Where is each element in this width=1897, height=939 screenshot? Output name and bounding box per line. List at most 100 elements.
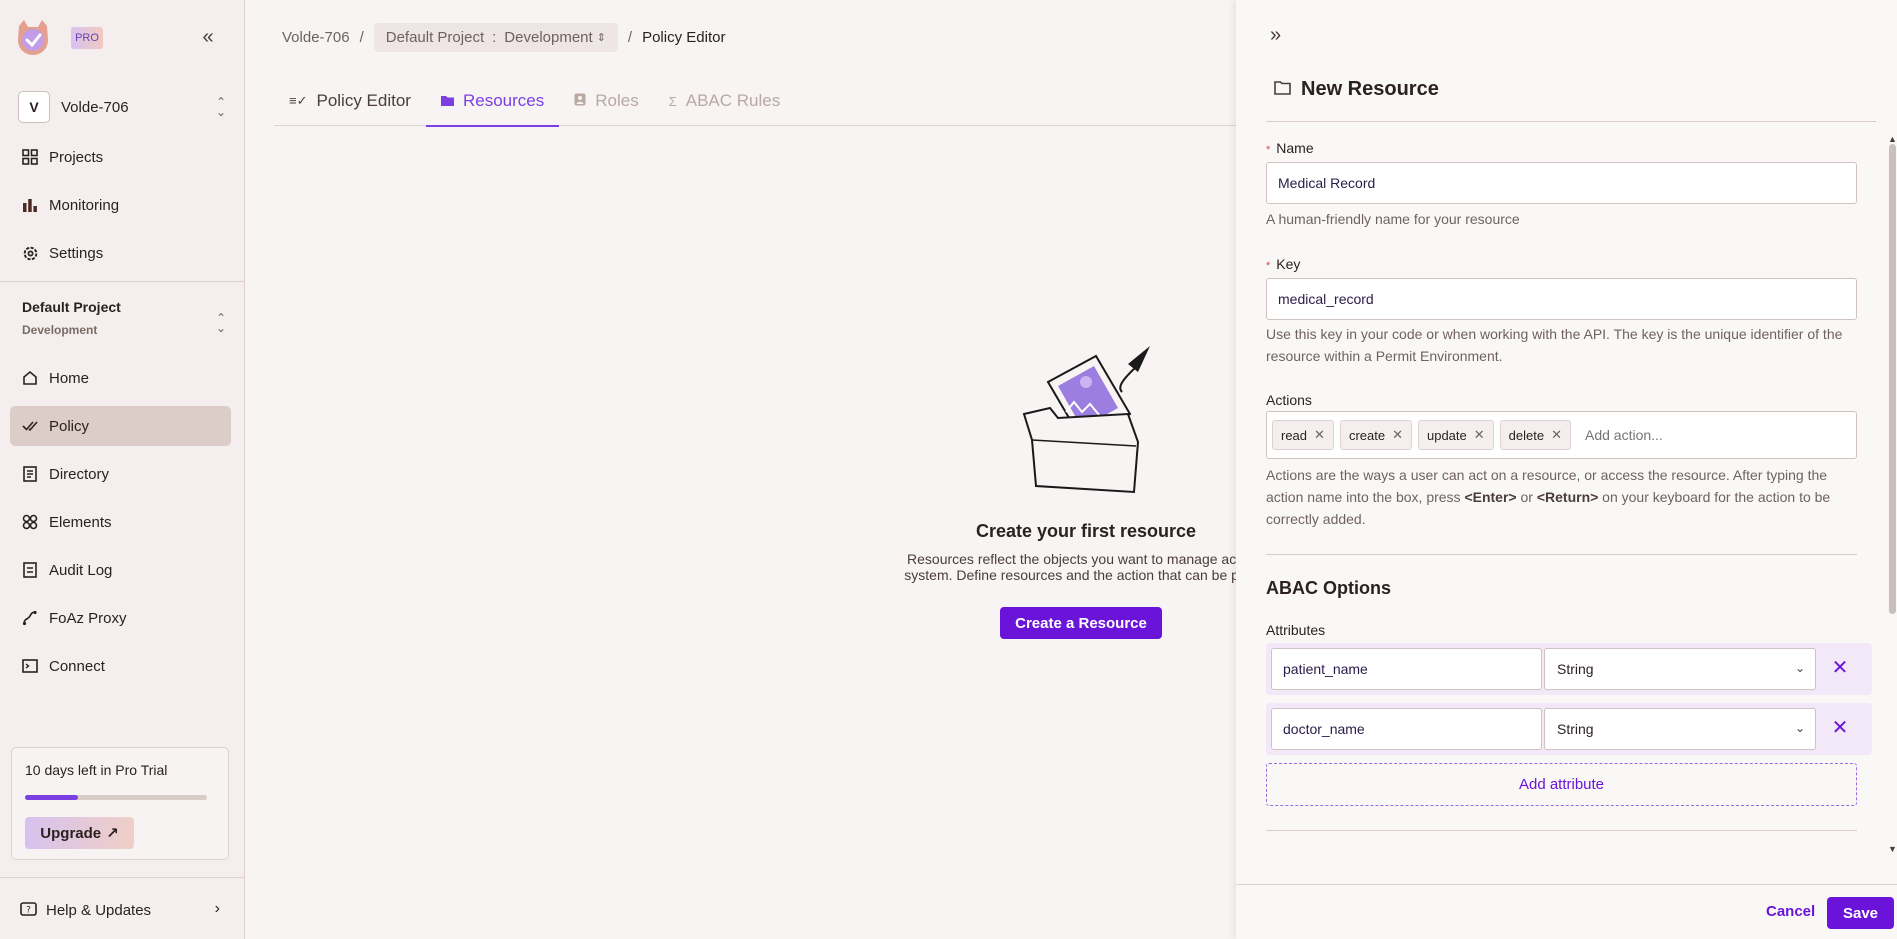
sidebar-item-connect[interactable]: Connect <box>10 646 231 686</box>
close-drawer-button[interactable]: » <box>1270 24 1281 47</box>
section-divider <box>1266 554 1857 555</box>
org-switcher[interactable]: V Volde-706 ⌃ ⌄ <box>10 89 232 125</box>
org-avatar: V <box>18 91 50 123</box>
tab-roles[interactable]: Roles <box>559 76 653 126</box>
project-env-selector[interactable]: Default Project : Development ⇕ <box>373 22 618 52</box>
attribute-type-select[interactable]: String ⌄ <box>1544 708 1816 750</box>
chevron-right-icon: › <box>214 900 220 917</box>
cancel-button[interactable]: Cancel <box>1766 903 1815 920</box>
sidebar-item-label: Settings <box>49 244 104 262</box>
sidebar-item-label: FoAz Proxy <box>49 609 127 627</box>
elements-icon <box>20 512 40 532</box>
actions-help-part: or <box>1516 489 1537 505</box>
name-label: * Name <box>1266 140 1314 156</box>
resource-name-input[interactable] <box>1266 162 1857 204</box>
help-label: Help & Updates <box>46 901 152 919</box>
trial-text: 10 days left in Pro Trial <box>25 762 168 778</box>
trial-progress-fill <box>25 795 78 800</box>
sidebar-item-policy[interactable]: Policy <box>10 406 231 446</box>
drawer-footer: Cancel Save <box>1236 884 1897 939</box>
resource-key-input[interactable] <box>1266 278 1857 320</box>
sidebar-item-directory[interactable]: Directory <box>10 454 231 494</box>
scroll-up-icon[interactable]: ▲ <box>1888 134 1897 144</box>
grid-icon <box>20 147 40 167</box>
sidebar-item-projects[interactable]: Projects <box>10 137 231 177</box>
scroll-down-icon[interactable]: ▼ <box>1888 844 1897 854</box>
arrow-up-right-icon: ↗ <box>106 825 119 842</box>
add-attribute-button[interactable]: Add attribute <box>1266 763 1857 806</box>
create-resource-button[interactable]: Create a Resource <box>1000 607 1162 639</box>
action-tag-label: read <box>1281 427 1308 443</box>
sidebar-item-label: Projects <box>49 148 104 166</box>
attribute-type-value: String <box>1557 721 1594 737</box>
required-asterisk: * <box>1266 144 1271 156</box>
attribute-row: String ⌄ ✕ <box>1266 703 1872 755</box>
tab-policy-editor[interactable]: ≡✓ Policy Editor <box>274 76 426 126</box>
help-updates-button[interactable]: ? Help & Updates › <box>10 890 232 930</box>
save-button[interactable]: Save <box>1827 897 1894 929</box>
tab-abac-rules[interactable]: Σ ABAC Rules <box>654 76 796 126</box>
drawer-scrollbar[interactable]: ▲ ▼ <box>1887 134 1897 854</box>
remove-attribute-button[interactable]: ✕ <box>1828 656 1852 680</box>
project-switcher[interactable]: Default Project Development ⌃ ⌄ <box>10 293 232 347</box>
attribute-type-select[interactable]: String ⌄ <box>1544 648 1816 690</box>
permit-logo-icon[interactable] <box>14 18 52 56</box>
drawer-title: New Resource <box>1301 78 1439 100</box>
project-env: Development <box>22 323 98 337</box>
actions-tag-input[interactable]: read ✕ create ✕ update ✕ delete ✕ <box>1266 411 1857 459</box>
scroll-thumb[interactable] <box>1889 144 1896 614</box>
action-tag: read ✕ <box>1272 420 1334 450</box>
breadcrumb-org[interactable]: Volde-706 <box>282 29 350 46</box>
actions-help-text: Actions are the ways a user can act on a… <box>1266 464 1861 530</box>
tab-resources[interactable]: Resources <box>425 76 560 127</box>
trial-card: 10 days left in Pro Trial Upgrade ↗ <box>11 747 229 860</box>
new-resource-drawer: » New Resource * Name A human-friendly na… <box>1236 0 1897 939</box>
sidebar-item-label: Audit Log <box>49 561 113 579</box>
remove-tag-icon[interactable]: ✕ <box>1474 427 1485 443</box>
sidebar-item-settings[interactable]: Settings <box>10 233 231 273</box>
empty-state-title: Create your first resource <box>975 521 1197 541</box>
breadcrumb-project: Default Project <box>385 28 485 46</box>
drawer-divider <box>1266 121 1876 122</box>
sidebar-item-elements[interactable]: Elements <box>10 502 231 542</box>
attribute-name-input[interactable] <box>1271 708 1542 750</box>
action-tag-label: update <box>1426 427 1467 443</box>
sidebar-item-label: Monitoring <box>49 196 120 214</box>
action-tag: create ✕ <box>1339 420 1412 450</box>
remove-tag-icon[interactable]: ✕ <box>1551 427 1562 443</box>
upgrade-button[interactable]: Upgrade ↗ <box>25 817 134 849</box>
key-label-text: Key <box>1276 256 1301 272</box>
breadcrumb-current: Policy Editor <box>642 28 726 46</box>
add-action-input[interactable] <box>1584 427 1785 443</box>
directory-icon <box>20 464 40 484</box>
project-name: Default Project <box>22 299 121 315</box>
empty-folder-illustration <box>1022 346 1150 494</box>
sidebar-item-home[interactable]: Home <box>10 358 231 398</box>
remove-attribute-button[interactable]: ✕ <box>1828 716 1852 740</box>
terminal-icon <box>20 656 40 676</box>
tab-label: ABAC Rules <box>685 91 781 110</box>
drawer-header: New Resource <box>1274 78 1439 101</box>
sidebar-item-label: Directory <box>49 465 110 483</box>
remove-tag-icon[interactable]: ✕ <box>1392 427 1403 443</box>
action-tag: update ✕ <box>1417 420 1494 450</box>
sidebar-item-foaz-proxy[interactable]: FoAz Proxy <box>10 598 231 638</box>
section-divider <box>1266 830 1857 831</box>
document-icon <box>20 560 40 580</box>
breadcrumb-env: Development <box>504 28 593 46</box>
collapse-sidebar-button[interactable]: « <box>196 26 220 50</box>
name-label-text: Name <box>1276 140 1314 156</box>
return-key-hint: <Return> <box>1536 489 1599 505</box>
sidebar-item-audit-log[interactable]: Audit Log <box>10 550 231 590</box>
roles-icon <box>574 93 586 109</box>
chevron-updown-icon: ⌃ ⌄ <box>215 95 226 119</box>
key-label: * Key <box>1266 256 1300 272</box>
remove-tag-icon[interactable]: ✕ <box>1314 427 1325 443</box>
tab-label: Policy Editor <box>316 91 411 110</box>
proxy-icon <box>20 608 40 628</box>
folder-icon <box>440 94 454 109</box>
attribute-name-input[interactable] <box>1271 648 1542 690</box>
pro-badge: PRO <box>71 27 103 49</box>
sidebar-item-monitoring[interactable]: Monitoring <box>10 185 231 225</box>
trial-progress-bar <box>25 795 207 800</box>
